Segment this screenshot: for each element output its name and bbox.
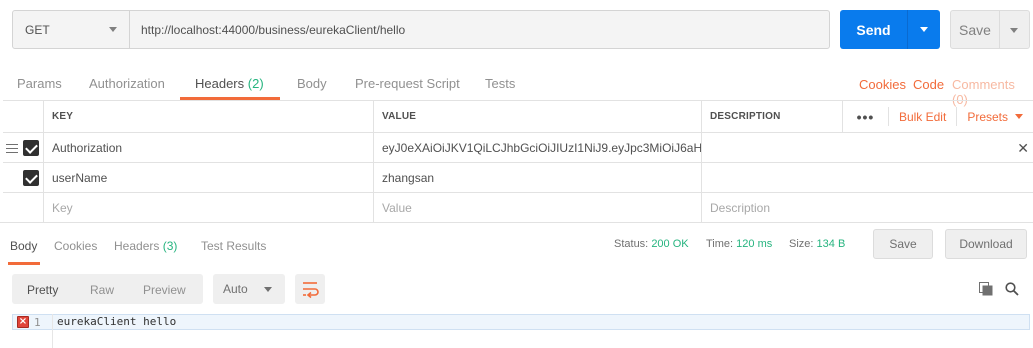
wrap-lines-button[interactable] [295, 274, 325, 304]
table-actions: ••• Bulk Edit Presets [841, 101, 1033, 132]
save-label: Save [959, 21, 991, 38]
send-button[interactable]: Send [840, 10, 940, 49]
copy-icon[interactable] [979, 282, 993, 296]
table-header-row: KEY VALUE DESCRIPTION ••• Bulk Edit Pres… [3, 101, 1033, 133]
status-readout: Status: 200 OK [614, 238, 689, 250]
status-label: Status: [614, 238, 649, 250]
url-text: http://localhost:44000/business/eurekaCl… [141, 22, 406, 37]
cookies-link[interactable]: Cookies [859, 77, 906, 92]
new-value-input[interactable]: Value [373, 193, 701, 222]
bulk-edit-link[interactable]: Bulk Edit [887, 107, 956, 126]
line-number: 1 [34, 316, 41, 329]
drag-handle-icon[interactable] [6, 144, 18, 153]
row-enabled-checkbox[interactable] [23, 140, 39, 156]
status-value: 200 OK [651, 238, 689, 250]
response-tab-cookies[interactable]: Cookies [54, 239, 97, 253]
search-icon[interactable] [1005, 282, 1019, 296]
size-readout: Size: 134 B [789, 238, 845, 250]
table-row-new: Key Value Description [3, 193, 1033, 223]
header-key-cell[interactable]: Authorization [43, 133, 373, 162]
tab-tests[interactable]: Tests [485, 76, 515, 91]
chevron-down-icon [1015, 114, 1023, 119]
time-label: Time: [706, 238, 734, 250]
time-value: 120 ms [736, 238, 773, 250]
download-button[interactable]: Download [945, 229, 1027, 259]
table-row: userName zhangsan [3, 163, 1033, 193]
view-preview-button[interactable]: Preview [143, 283, 186, 297]
size-label: Size: [789, 238, 814, 250]
row-enabled-checkbox[interactable] [23, 170, 39, 186]
save-request-button[interactable]: Save [950, 10, 1030, 49]
column-value: VALUE [373, 101, 701, 132]
response-tab-headers-label: Headers [114, 239, 160, 253]
send-options-chevron-icon[interactable] [907, 10, 940, 49]
error-icon: × [17, 316, 29, 328]
chevron-down-icon [109, 27, 117, 32]
response-tab-headers[interactable]: Headers (3) [114, 239, 177, 253]
size-value: 134 B [816, 238, 846, 250]
save-options-chevron-icon[interactable] [999, 11, 1029, 48]
view-pretty-button[interactable]: Pretty [27, 283, 58, 297]
view-mode-group: Pretty Raw Preview [12, 274, 203, 304]
tab-params[interactable]: Params [17, 76, 62, 91]
headers-table: KEY VALUE DESCRIPTION ••• Bulk Edit Pres… [3, 100, 1033, 223]
presets-label: Presets [967, 109, 1008, 124]
response-body-text: eurekaClient hello [57, 315, 177, 328]
tab-authorization[interactable]: Authorization [89, 76, 165, 91]
header-description-cell[interactable] [701, 133, 1033, 162]
new-key-input[interactable]: Key [43, 193, 373, 222]
table-row: Authorization eyJ0eXAiOiJKV1QiLCJhbGciOi… [3, 133, 1033, 163]
view-raw-button[interactable]: Raw [90, 283, 114, 297]
request-tabs: Params Authorization Headers (2) Body Pr… [0, 66, 1033, 107]
response-tab-body[interactable]: Body [10, 239, 37, 253]
header-description-cell[interactable] [701, 163, 1033, 192]
response-tab-test-results[interactable]: Test Results [201, 239, 266, 253]
response-body-editor[interactable]: × 1 eurekaClient hello [12, 314, 1030, 348]
response-bar: Body Cookies Headers (3) Test Results St… [0, 222, 1033, 265]
send-label: Send [856, 21, 891, 38]
header-key-cell[interactable]: userName [43, 163, 373, 192]
tab-body[interactable]: Body [297, 76, 327, 91]
presets-dropdown[interactable]: Presets [956, 107, 1033, 126]
header-value-cell[interactable]: eyJ0eXAiOiJKV1QiLCJhbGciOiJIUzI1NiJ9.eyJ… [373, 133, 701, 162]
url-input[interactable]: http://localhost:44000/business/eurekaCl… [130, 11, 829, 48]
chevron-down-icon [264, 287, 272, 292]
active-response-tab-indicator [8, 262, 40, 265]
tab-pre-request-script[interactable]: Pre-request Script [355, 76, 460, 91]
tab-headers-count: (2) [247, 76, 264, 91]
tab-headers[interactable]: Headers (2) [195, 76, 264, 91]
new-description-input[interactable]: Description [701, 193, 1033, 222]
column-key: KEY [43, 101, 373, 132]
time-readout: Time: 120 ms [706, 238, 772, 250]
response-tab-headers-count: (3) [162, 239, 178, 253]
format-label: Auto [223, 282, 248, 296]
save-response-button[interactable]: Save [873, 229, 933, 259]
request-url-bar: GET http://localhost:44000/business/eure… [12, 10, 830, 49]
method-label: GET [25, 22, 50, 37]
header-value-cell[interactable]: zhangsan [373, 163, 701, 192]
more-options-icon[interactable]: ••• [841, 101, 888, 132]
format-select[interactable]: Auto [213, 274, 285, 304]
method-select[interactable]: GET [13, 11, 130, 48]
delete-row-icon[interactable]: ✕ [1017, 140, 1029, 157]
wrap-lines-icon [303, 282, 319, 299]
tab-headers-label: Headers [195, 76, 245, 91]
code-link[interactable]: Code [913, 77, 944, 92]
